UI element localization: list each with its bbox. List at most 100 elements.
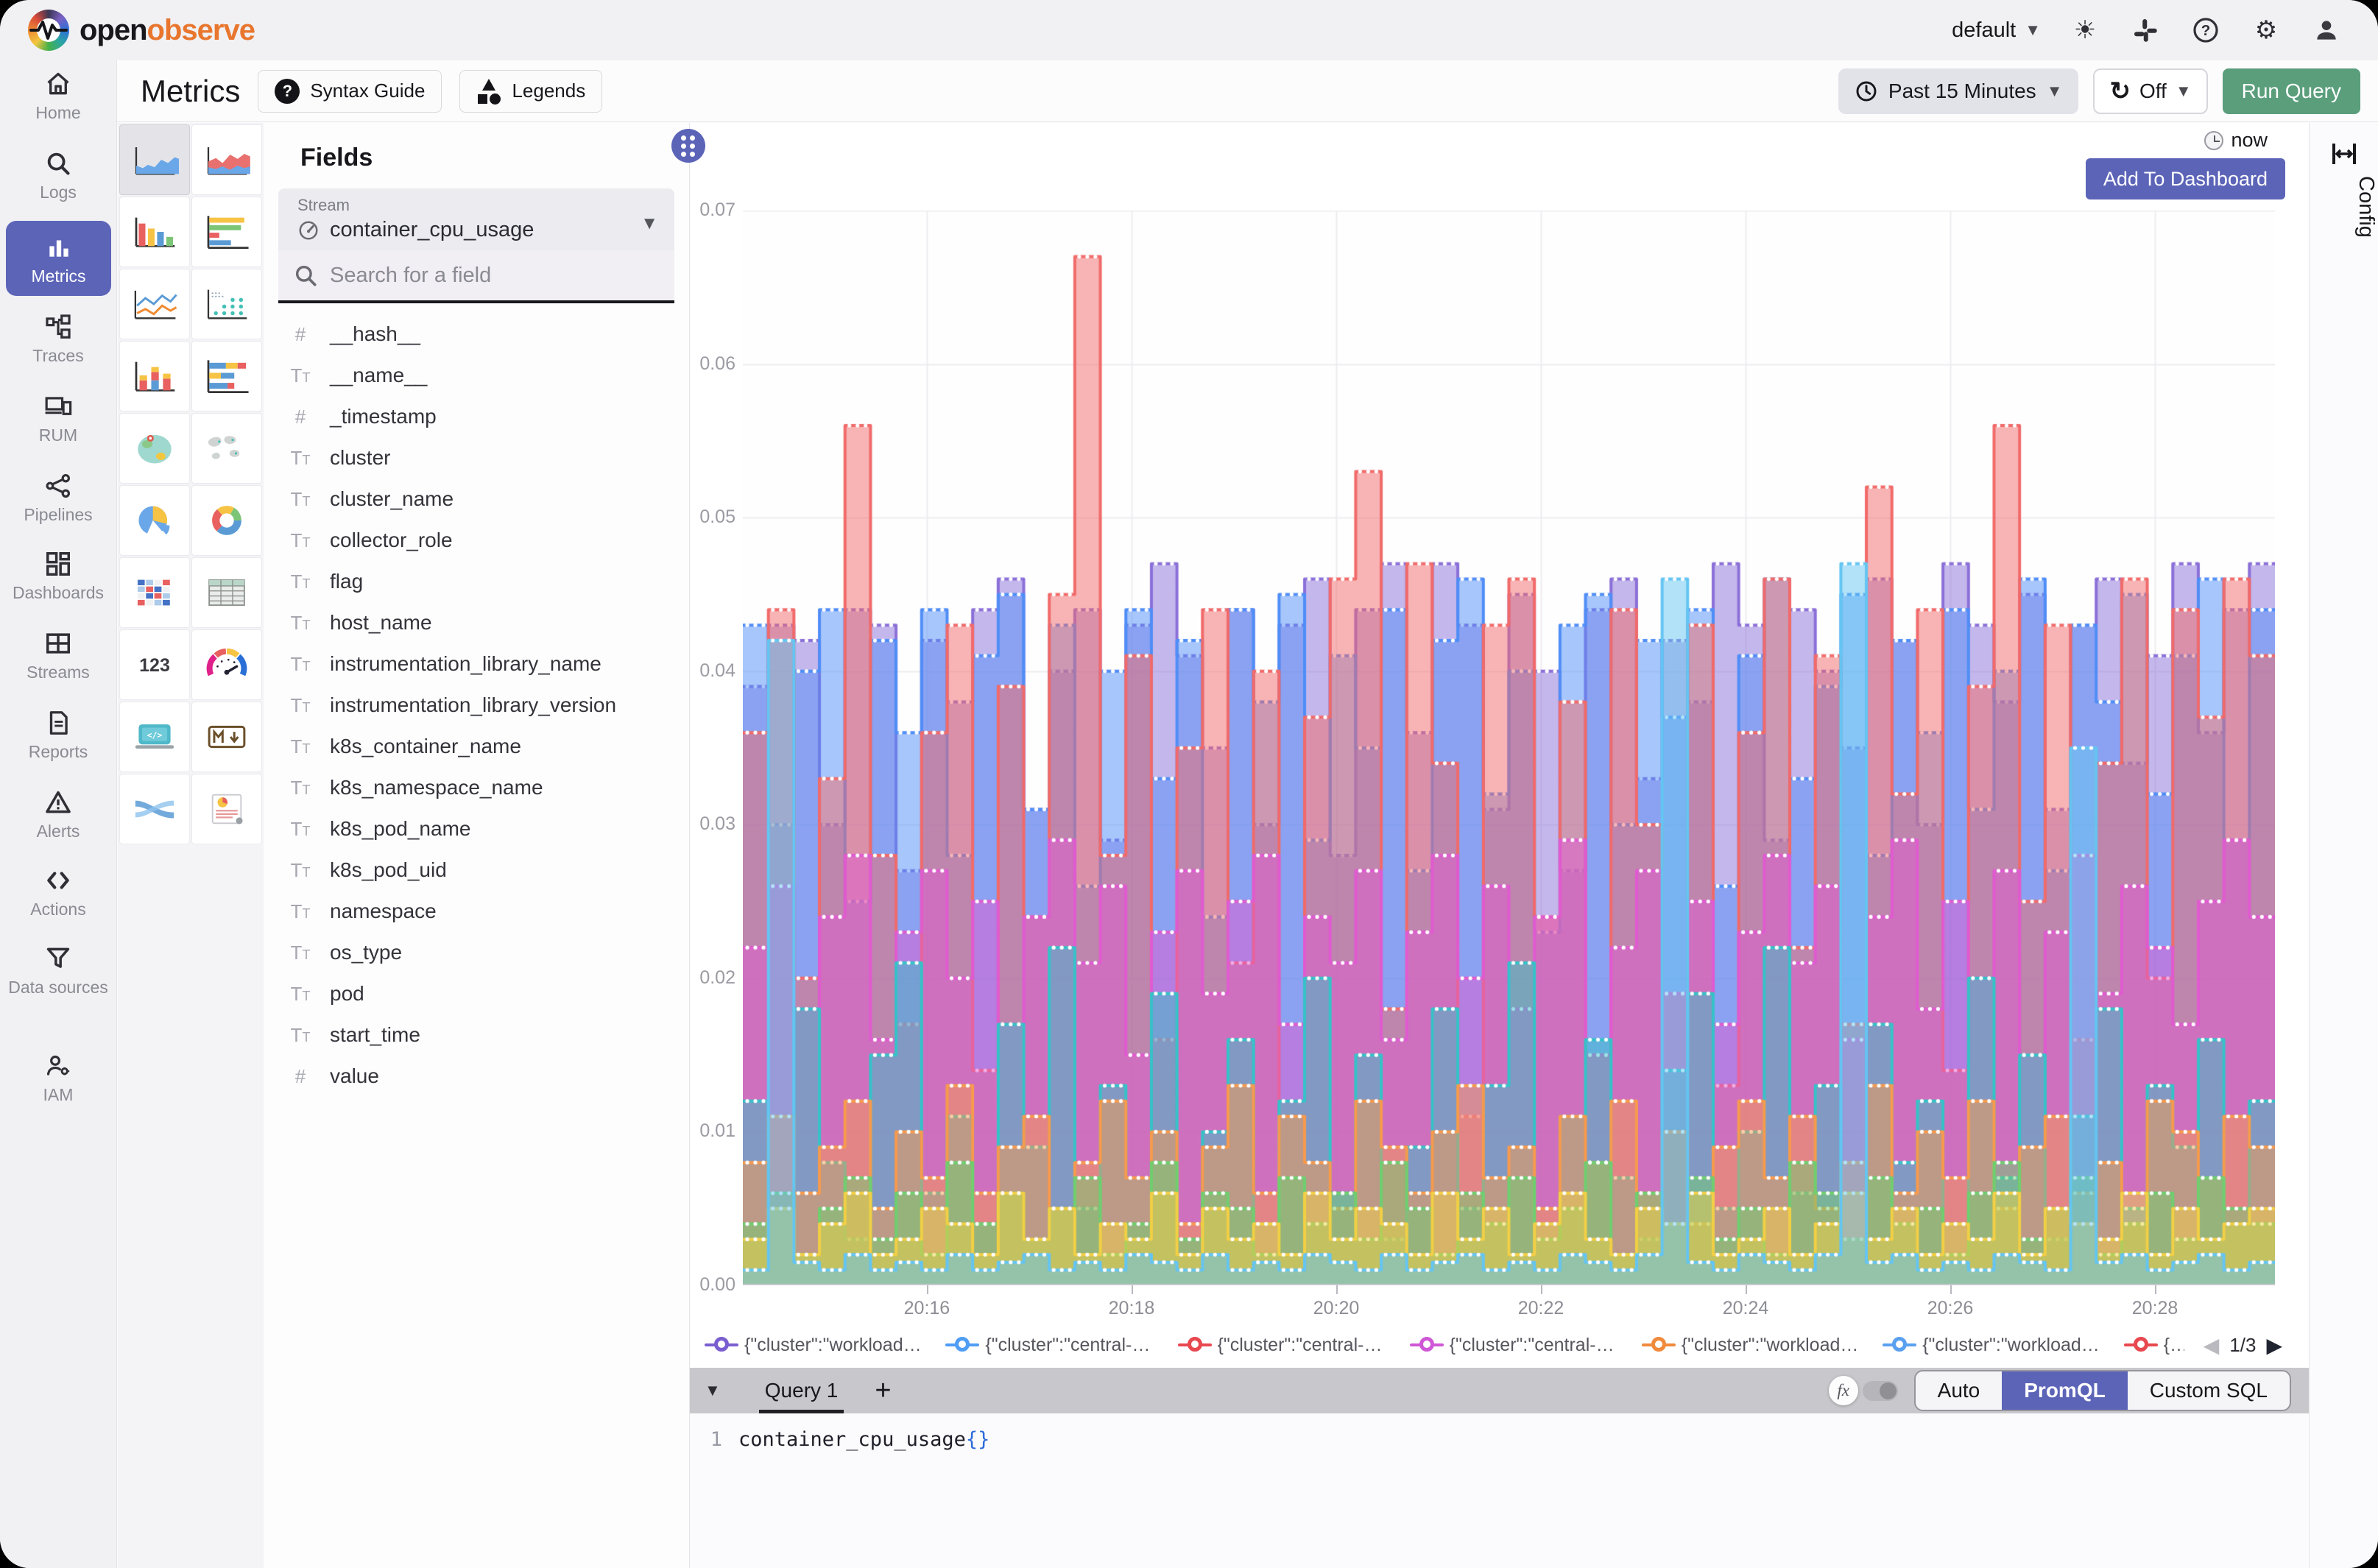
y-axis-tick: 0.00 [690, 1274, 735, 1296]
chart-type-metric-text-icon[interactable]: 123 [119, 629, 190, 700]
chart-type-stacked-bar-icon[interactable] [119, 341, 190, 412]
chart-type-markdown-icon[interactable] [191, 702, 262, 772]
field-item-__name__[interactable]: TT__name__ [264, 355, 689, 396]
config-sidebar[interactable]: Config [2309, 123, 2378, 1568]
field-item-pod[interactable]: TTpod [264, 973, 689, 1014]
panel-drag-handle-icon[interactable] [671, 129, 705, 163]
sidebar-item-home[interactable]: Home [0, 68, 116, 124]
field-item-k8s_pod_uid[interactable]: TTk8s_pod_uid [264, 850, 689, 891]
fx-toggle-switch[interactable] [1863, 1381, 1898, 1401]
sidebar-item-streams[interactable]: Streams [0, 627, 116, 683]
field-item-start_time[interactable]: TTstart_time [264, 1014, 689, 1056]
sidebar-item-rum[interactable]: RUM [0, 390, 116, 446]
field-item-flag[interactable]: TTflag [264, 561, 689, 602]
query-editor[interactable]: 1 container_cpu_usage{} [690, 1413, 2309, 1451]
chart-type-donut-icon[interactable] [191, 485, 262, 556]
organization-select[interactable]: default ▼ [1952, 18, 2041, 43]
stream-select[interactable]: Stream container_cpu_usage ▼ [278, 188, 674, 250]
sidebar-item-iam[interactable]: IAM [0, 1050, 116, 1106]
field-name: cluster [330, 446, 390, 470]
field-item-k8s_pod_name[interactable]: TTk8s_pod_name [264, 808, 689, 850]
legend-series-label: {"cluster":"central-c...} [985, 1335, 1158, 1356]
chart-type-pie-icon[interactable] [119, 485, 190, 556]
field-item-_timestamp[interactable]: #_timestamp [264, 396, 689, 437]
y-axis-tick: 0.05 [690, 506, 735, 528]
sidebar-item-data-sources[interactable]: Data sources [0, 942, 116, 998]
add-to-dashboard-button[interactable]: Add To Dashboard [2086, 158, 2285, 199]
sidebar-item-traces[interactable]: Traces [0, 311, 116, 367]
chart-type-custom-chart-icon[interactable] [191, 774, 262, 844]
legend-item[interactable]: {"c [2124, 1335, 2184, 1356]
help-icon[interactable]: ? [2190, 14, 2222, 46]
field-search-input[interactable]: Search for a field [278, 250, 674, 303]
chart-type-maps-icon[interactable] [191, 413, 262, 484]
chart-type-table-icon[interactable] [191, 557, 262, 628]
field-item-k8s_namespace_name[interactable]: TTk8s_namespace_name [264, 767, 689, 808]
chart-type-area-icon[interactable] [119, 124, 190, 195]
legend-item[interactable]: {"cluster":"central-c...} [945, 1335, 1158, 1356]
sidebar-item-reports[interactable]: Reports [0, 707, 116, 763]
field-item-os_type[interactable]: TTos_type [264, 932, 689, 973]
chart-type-bar-icon[interactable] [119, 197, 190, 267]
query-mode-custom-sql[interactable]: Custom SQL [2128, 1371, 2290, 1410]
user-avatar-icon[interactable] [2310, 14, 2343, 46]
sidebar-item-actions[interactable]: Actions [0, 864, 116, 920]
field-item-namespace[interactable]: TTnamespace [264, 891, 689, 932]
slack-icon[interactable] [2129, 14, 2162, 46]
chart-type-scatter-icon[interactable] [191, 269, 262, 339]
sidebar-item-alerts[interactable]: Alerts [0, 786, 116, 842]
chart-type-h-stacked-bar-icon[interactable] [191, 341, 262, 412]
chart-type-line-icon[interactable] [119, 269, 190, 339]
legend-item[interactable]: {"cluster":"central-c...} [1178, 1335, 1391, 1356]
time-range-select[interactable]: Past 15 Minutes ▼ [1838, 68, 2079, 114]
collapse-query-icon[interactable]: ▼ [705, 1381, 721, 1400]
chart-type-sankey-icon[interactable] [119, 774, 190, 844]
legend-prev-page-icon[interactable]: ◀ [2204, 1333, 2220, 1357]
field-item-instrumentation_library_version[interactable]: TTinstrumentation_library_version [264, 685, 689, 726]
query-tab-1[interactable]: Query 1 [753, 1368, 850, 1413]
sidebar-item-label: Logs [0, 183, 116, 203]
run-query-button[interactable]: Run Query [2223, 68, 2360, 114]
field-item-collector_role[interactable]: TTcollector_role [264, 520, 689, 561]
auto-refresh-select[interactable]: ↻ Off ▼ [2093, 68, 2207, 114]
config-tab-label: Config [2310, 176, 2378, 238]
query-mode-auto[interactable]: Auto [1916, 1371, 2003, 1410]
vrl-function-toggle[interactable]: fx [1829, 1376, 1898, 1405]
chart-type-gauge-icon[interactable] [191, 629, 262, 700]
legend-item[interactable]: {"cluster":"workload-...} [1642, 1335, 1863, 1356]
sidebar-item-pipelines[interactable]: Pipelines [0, 470, 116, 526]
legend-next-page-icon[interactable]: ▶ [2266, 1333, 2282, 1357]
sidebar-item-metrics[interactable]: Metrics [6, 221, 111, 296]
legend-item[interactable]: {"cluster":"central-c...} [1410, 1335, 1623, 1356]
top-app-bar: openobserve default ▼ ☀ ? ⚙ [0, 0, 2378, 60]
chart-type-heatmap-icon[interactable] [119, 557, 190, 628]
syntax-guide-button[interactable]: ? Syntax Guide [258, 70, 442, 113]
field-item-host_name[interactable]: TThost_name [264, 602, 689, 643]
legend-series-label: {"cluster":"central-c...} [1218, 1335, 1391, 1356]
legend-item[interactable]: {"cluster":"workload-...} [1883, 1335, 2104, 1356]
fields-panel: Fields Stream container_cpu_usage ▼ Sear… [264, 123, 690, 1568]
legend-series-label: {"cluster":"workload-...} [1682, 1335, 1863, 1356]
legend-item[interactable]: {"cluster":"workload-...} [705, 1335, 926, 1356]
field-name: pod [330, 982, 364, 1006]
query-mode-promql[interactable]: PromQL [2002, 1371, 2127, 1410]
streams-icon [0, 627, 116, 660]
settings-gear-icon[interactable]: ⚙ [2250, 14, 2282, 46]
field-item-cluster[interactable]: TTcluster [264, 437, 689, 478]
add-query-button[interactable]: + [875, 1377, 891, 1405]
field-item-__hash__[interactable]: #__hash__ [264, 314, 689, 355]
theme-toggle-icon[interactable]: ☀ [2069, 14, 2101, 46]
chart-type-geomap-icon[interactable] [119, 413, 190, 484]
chart-type-html-icon[interactable]: </> [119, 702, 190, 772]
sidebar-item-dashboards[interactable]: Dashboards [0, 548, 116, 604]
sidebar-item-logs[interactable]: Logs [0, 147, 116, 203]
legends-button[interactable]: Legends [459, 70, 602, 113]
metrics-chart-canvas[interactable] [743, 211, 2275, 1285]
chart-type-h-bar-icon[interactable] [191, 197, 262, 267]
field-item-instrumentation_library_name[interactable]: TTinstrumentation_library_name [264, 643, 689, 685]
field-item-cluster_name[interactable]: TTcluster_name [264, 478, 689, 520]
field-item-value[interactable]: #value [264, 1056, 689, 1097]
openobserve-logo[interactable]: openobserve [28, 10, 255, 51]
chart-type-area-stacked-icon[interactable] [191, 124, 262, 195]
field-item-k8s_container_name[interactable]: TTk8s_container_name [264, 726, 689, 767]
